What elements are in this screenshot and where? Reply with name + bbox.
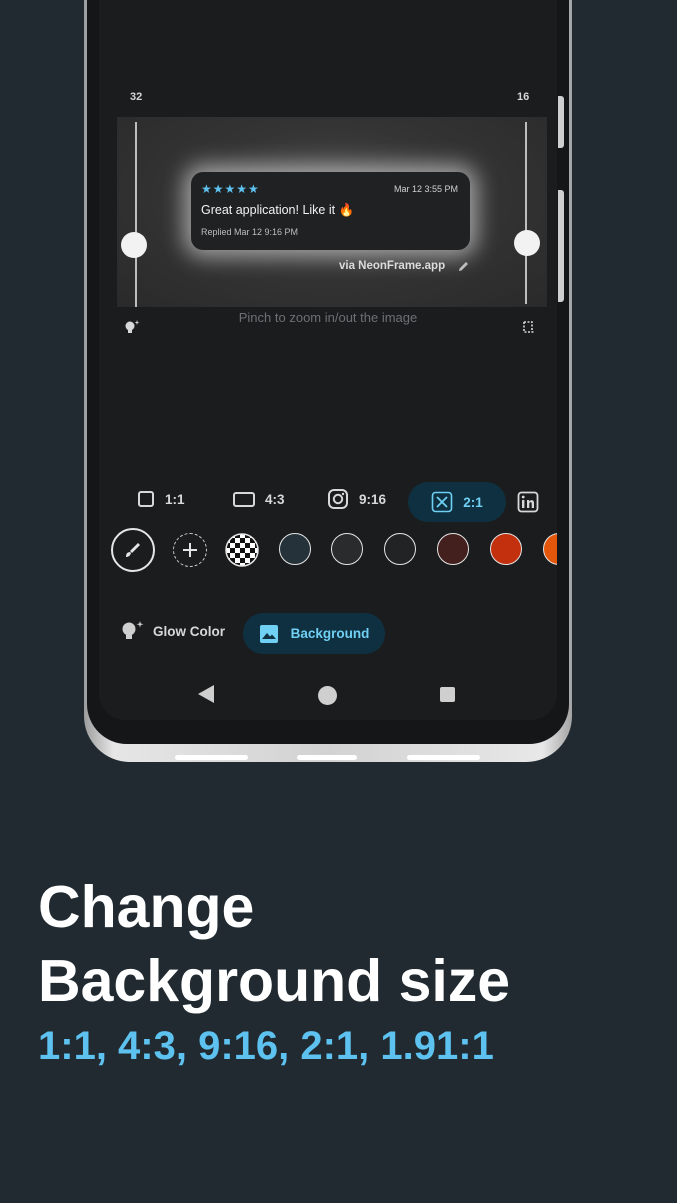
rectangle-icon <box>233 492 255 507</box>
plus-icon <box>183 543 197 557</box>
volume-button <box>558 96 564 148</box>
headline-line-2: Background size <box>38 948 511 1014</box>
color-swatch[interactable] <box>331 533 363 565</box>
ratio-label: 9:16 <box>359 491 387 507</box>
rating-stars: ★★★★★ <box>201 182 260 196</box>
speaker-slot <box>175 755 248 760</box>
ratio-label: 1:1 <box>165 491 185 507</box>
headline-line-1: Change <box>38 874 255 940</box>
zoom-hint: Pinch to zoom in/out the image <box>238 310 418 325</box>
linkedin-icon[interactable] <box>517 491 539 513</box>
ratio-1-1-chip[interactable]: 1:1 <box>137 486 185 512</box>
background-label: Background <box>290 626 370 641</box>
glow-color-tab[interactable]: Glow Color <box>119 616 225 646</box>
color-swatch[interactable] <box>384 533 416 565</box>
glow-color-label: Glow Color <box>153 623 225 639</box>
speaker-slot <box>407 755 480 760</box>
review-date: Mar 12 3:55 PM <box>393 184 458 194</box>
left-slider-knob[interactable] <box>121 232 147 258</box>
ratio-9-16-chip[interactable]: 9:16 <box>327 486 386 512</box>
pencil-icon[interactable] <box>457 260 470 273</box>
right-slider-knob[interactable] <box>514 230 540 256</box>
add-color-button[interactable] <box>173 533 207 567</box>
instagram-icon <box>328 489 348 509</box>
custom-color-button[interactable] <box>111 528 155 572</box>
reply-date: Replied Mar 12 9:16 PM <box>201 227 299 237</box>
bulb-sparkle-icon <box>122 621 144 639</box>
transparent-swatch[interactable] <box>225 533 259 567</box>
recents-nav-icon[interactable] <box>440 687 455 702</box>
image-icon <box>259 624 278 643</box>
left-slider-track[interactable] <box>135 122 137 307</box>
right-scale-value: 16 <box>517 91 530 103</box>
left-scale-value: 32 <box>130 91 143 103</box>
ratio-label: 2:1 <box>463 494 483 510</box>
review-card: ★★★★★ Mar 12 3:55 PM Great application! … <box>191 172 470 250</box>
color-swatch[interactable] <box>279 533 311 565</box>
review-message: Great application! Like it 🔥 <box>201 203 355 217</box>
supported-ratios: 1:1, 4:3, 9:16, 2:1, 1.91:1 <box>38 1024 494 1068</box>
color-swatch[interactable] <box>490 533 522 565</box>
home-nav-icon[interactable] <box>318 686 337 705</box>
crop-icon[interactable] <box>522 320 536 334</box>
ratio-4-3-chip[interactable]: 4:3 <box>233 486 285 512</box>
ratio-label: 4:3 <box>265 491 285 507</box>
headline: Change Background size <box>38 870 510 1018</box>
right-slider-track[interactable] <box>525 122 527 304</box>
background-tab[interactable]: Background <box>243 613 385 654</box>
power-button <box>558 190 564 302</box>
color-swatch[interactable] <box>543 533 557 565</box>
watermark-text[interactable]: via NeonFrame.app <box>339 260 445 272</box>
ratio-2-1-chip[interactable]: 2:1 <box>408 482 506 522</box>
x-logo-icon <box>431 491 453 513</box>
color-swatch[interactable] <box>437 533 469 565</box>
phone-screen: 32 16 ★★★★★ Mar 12 3:55 PM Great applica… <box>99 0 557 720</box>
back-nav-icon[interactable] <box>198 685 214 703</box>
paintbrush-icon <box>126 543 140 557</box>
square-icon <box>138 491 154 507</box>
usb-port <box>297 755 357 760</box>
